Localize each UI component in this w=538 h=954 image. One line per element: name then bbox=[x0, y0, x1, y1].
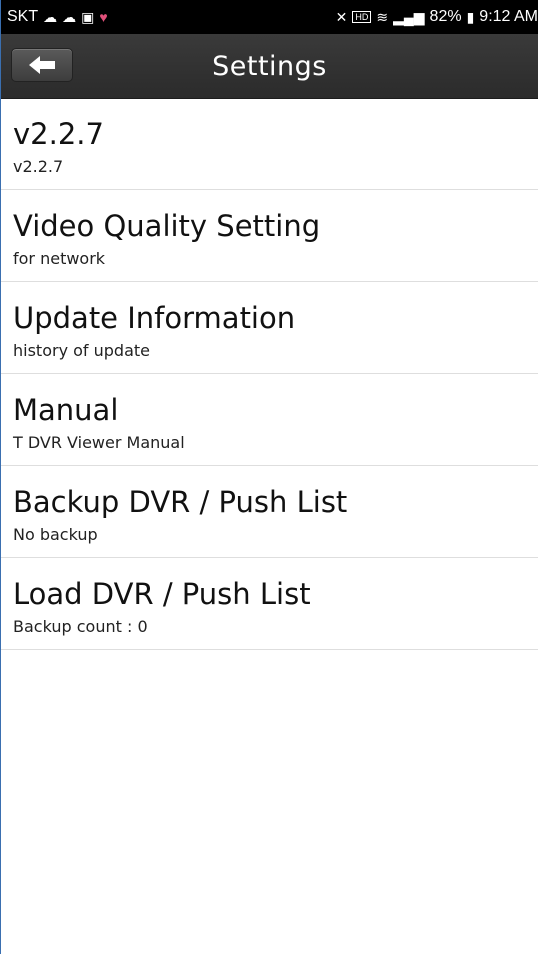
setting-title: v2.2.7 bbox=[13, 117, 104, 151]
back-button[interactable] bbox=[11, 48, 73, 82]
status-left: SKT ☁ ☁ ▣ ♥ bbox=[7, 8, 108, 26]
setting-item-video-quality[interactable]: Video Quality Setting for network bbox=[1, 190, 538, 282]
settings-screen: SKT ☁ ☁ ▣ ♥ ✕ HD ≋ ▂▄▆ 82% ▮ 9:12 AM Set… bbox=[0, 0, 538, 954]
setting-subtitle: No backup bbox=[13, 525, 98, 544]
title-bar: Settings bbox=[1, 34, 538, 99]
setting-subtitle: T DVR Viewer Manual bbox=[13, 433, 185, 452]
setting-subtitle: for network bbox=[13, 249, 106, 268]
status-bar: SKT ☁ ☁ ▣ ♥ ✕ HD ≋ ▂▄▆ 82% ▮ 9:12 AM bbox=[1, 0, 538, 34]
carrier-label: SKT bbox=[7, 8, 39, 25]
signal-icon: ▂▄▆ bbox=[393, 9, 425, 25]
hd-label: HD bbox=[355, 12, 369, 22]
status-right: ✕ HD ≋ ▂▄▆ 82% ▮ 9:12 AM bbox=[336, 8, 538, 26]
mute-icon: ✕ bbox=[335, 9, 348, 25]
settings-list: v2.2.7 v2.2.7 Video Quality Setting for … bbox=[1, 98, 538, 650]
setting-title: Video Quality Setting bbox=[13, 209, 321, 243]
image-icon: ▣ bbox=[81, 9, 95, 25]
setting-title: Update Information bbox=[13, 301, 296, 335]
setting-item-version[interactable]: v2.2.7 v2.2.7 bbox=[1, 98, 538, 190]
setting-item-manual[interactable]: Manual T DVR Viewer Manual bbox=[1, 374, 538, 466]
setting-item-update-information[interactable]: Update Information history of update bbox=[1, 282, 538, 374]
clock: 9:12 AM bbox=[479, 8, 538, 25]
setting-subtitle: Backup count : 0 bbox=[13, 617, 148, 636]
battery-icon: ▮ bbox=[466, 9, 475, 25]
setting-item-backup-list[interactable]: Backup DVR / Push List No backup bbox=[1, 466, 538, 558]
setting-title: Manual bbox=[13, 393, 119, 427]
setting-title: Load DVR / Push List bbox=[13, 577, 311, 611]
setting-subtitle: history of update bbox=[13, 341, 150, 360]
arrow-left-icon bbox=[29, 56, 55, 74]
cloud-icon: ☁ bbox=[62, 9, 77, 25]
page-title: Settings bbox=[212, 50, 327, 82]
wifi-icon: ≋ bbox=[376, 9, 389, 25]
heart-check-icon: ♥ bbox=[99, 9, 108, 25]
setting-subtitle: v2.2.7 bbox=[13, 157, 64, 176]
cloud-icon: ☁ bbox=[43, 9, 58, 25]
setting-item-load-list[interactable]: Load DVR / Push List Backup count : 0 bbox=[1, 558, 538, 650]
setting-title: Backup DVR / Push List bbox=[13, 485, 348, 519]
hd-voice-icon: HD bbox=[352, 11, 372, 23]
battery-percent: 82% bbox=[429, 8, 462, 25]
